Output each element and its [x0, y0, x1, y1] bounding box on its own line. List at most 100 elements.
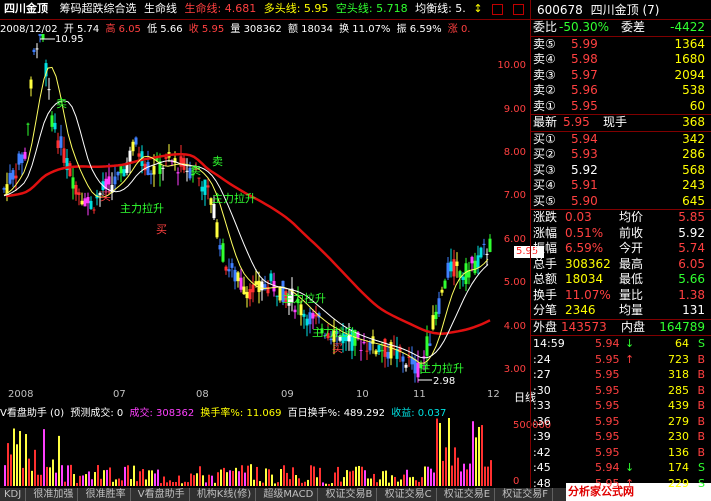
volume-bar	[322, 482, 324, 486]
tab-super-macd[interactable]: 超级MACD	[259, 488, 319, 501]
signal-annotation: 买	[332, 342, 343, 355]
volume-bar	[19, 431, 21, 486]
buy-level-row: 买② 5.93 286	[531, 147, 711, 163]
volume-bar	[259, 481, 261, 486]
date-axis-label: 09	[281, 389, 294, 400]
candle-body	[443, 280, 447, 289]
tab-hen-zhun-sheng-lv[interactable]: 很准胜率	[82, 488, 131, 501]
indicator-title[interactable]: V看盘助手 (0)	[0, 408, 64, 418]
buy-level-row: 买⑤ 5.90 645	[531, 194, 711, 210]
volume-bar	[82, 475, 84, 486]
candle-body	[134, 137, 138, 145]
tick-time: :39	[533, 430, 551, 443]
tab-warrant-c[interactable]: 权证交易C	[381, 488, 437, 501]
volume-bar	[271, 474, 273, 486]
candle-body	[50, 115, 54, 127]
volume-bar	[352, 470, 354, 486]
price-axis-label: 8.00	[503, 147, 526, 158]
candle-body	[215, 222, 219, 238]
tick-volume: 279	[668, 414, 689, 428]
candle-body	[362, 341, 366, 344]
tick-price: 5.95	[595, 383, 620, 397]
close-icon[interactable]	[512, 3, 524, 15]
candle-body	[23, 151, 27, 159]
volume-bar	[307, 479, 309, 486]
candle-body	[455, 261, 459, 266]
stock-title[interactable]: 四川金顶	[0, 0, 52, 18]
tick-row: :27 5.95 318 B	[531, 367, 711, 383]
tick-price: 5.95	[595, 399, 620, 412]
volume-indicator-chart[interactable]	[0, 418, 512, 488]
volume-bar	[115, 479, 117, 486]
stat-row: 分笔 2346 均量 131	[531, 303, 711, 319]
tab-kdj[interactable]: KDJ	[0, 488, 27, 501]
candle-body	[386, 351, 390, 359]
volume-bar	[379, 479, 381, 486]
sell-level-row: 卖① 5.95 60	[531, 99, 711, 115]
stat-row: 涨跌 0.03 均价 5.85	[531, 210, 711, 226]
volume-bar	[166, 482, 168, 486]
candle-body	[2, 188, 6, 190]
volume-bar	[370, 478, 372, 486]
volume-bar	[235, 467, 237, 486]
volume-bar	[262, 482, 264, 486]
tab-v-kan-pan[interactable]: V看盘助手	[134, 488, 190, 501]
candle-body	[242, 286, 246, 295]
stat-label-left: 换手	[533, 287, 558, 302]
volume-bar	[37, 474, 39, 486]
indicator-name[interactable]: 筹码超跌综合选	[60, 0, 137, 18]
volume-bar	[211, 475, 213, 486]
life-line	[5, 153, 491, 335]
tab-ji-gou-kline[interactable]: 机构K线(修)	[193, 488, 257, 501]
stat-label-right: 均量	[619, 303, 644, 317]
tab-warrant-e[interactable]: 权证交易E	[440, 488, 496, 501]
volume-bar	[241, 465, 243, 486]
minimize-icon[interactable]	[492, 3, 504, 15]
adjust-arrow-icon[interactable]: ↕	[473, 0, 482, 18]
tab-warrant-b[interactable]: 权证交易B	[322, 488, 378, 501]
volume-bar	[52, 459, 54, 486]
candle-body	[47, 89, 51, 91]
volume-bar	[382, 471, 384, 486]
price-axis-label: 10.00	[497, 60, 526, 72]
change-value: 涨 0.	[447, 24, 471, 34]
signal-annotation: 买	[156, 223, 167, 236]
tick-volume: 174	[668, 461, 689, 474]
candle-body	[86, 197, 90, 204]
volume-bar	[202, 475, 204, 486]
date-value: 2008/12/02	[0, 24, 58, 34]
stat-row: 涨幅 0.51% 前收 5.92	[531, 226, 711, 242]
volume-bar	[340, 481, 342, 486]
volume-bar	[418, 481, 420, 486]
volume-bar	[97, 465, 99, 486]
signal-annotation: 卖	[56, 97, 67, 110]
volume-bar	[151, 470, 153, 486]
candlestick-chart[interactable]: 卖卖卖买买买主力拉升主力拉升主力拉升主力拉升主力拉升 10.95 2.98	[0, 34, 512, 386]
volume-bar	[295, 475, 297, 486]
volume-bar	[22, 467, 24, 486]
amount-value: 额 18034	[287, 24, 333, 34]
candle-body	[308, 312, 312, 325]
volume-bar	[238, 471, 240, 486]
sell-level-volume: 2094	[674, 67, 705, 82]
candle-body	[374, 350, 378, 355]
volume-bar	[34, 449, 36, 486]
sell-level-price: 5.99	[571, 36, 598, 51]
tick-volume: 64	[675, 337, 689, 350]
sell-level-volume: 538	[682, 83, 705, 97]
volume-bar	[7, 443, 9, 486]
buy-level-price: 5.92	[571, 162, 598, 177]
candle-body	[83, 198, 87, 207]
volume-bar	[334, 472, 336, 486]
stat-value-left: 18034	[565, 272, 604, 286]
buy-level-volume: 568	[682, 162, 705, 177]
tab-hen-zhun-jia-qiang[interactable]: 很准加强	[29, 488, 79, 501]
tick-volume: 318	[668, 368, 689, 381]
buy-level-row: 买① 5.94 342	[531, 132, 711, 148]
buy-level-row: 买③ 5.92 568	[531, 163, 711, 179]
tick-list[interactable]: 14:59 5.94 ↓ 64 S:24 5.95 ↑ 723 B:27 5.95 318 B:30 5…	[531, 336, 711, 491]
volume-bar	[388, 482, 390, 486]
stat-label-right: 前收	[619, 225, 644, 240]
volume-bar	[403, 474, 405, 486]
volume-bar	[130, 479, 132, 486]
